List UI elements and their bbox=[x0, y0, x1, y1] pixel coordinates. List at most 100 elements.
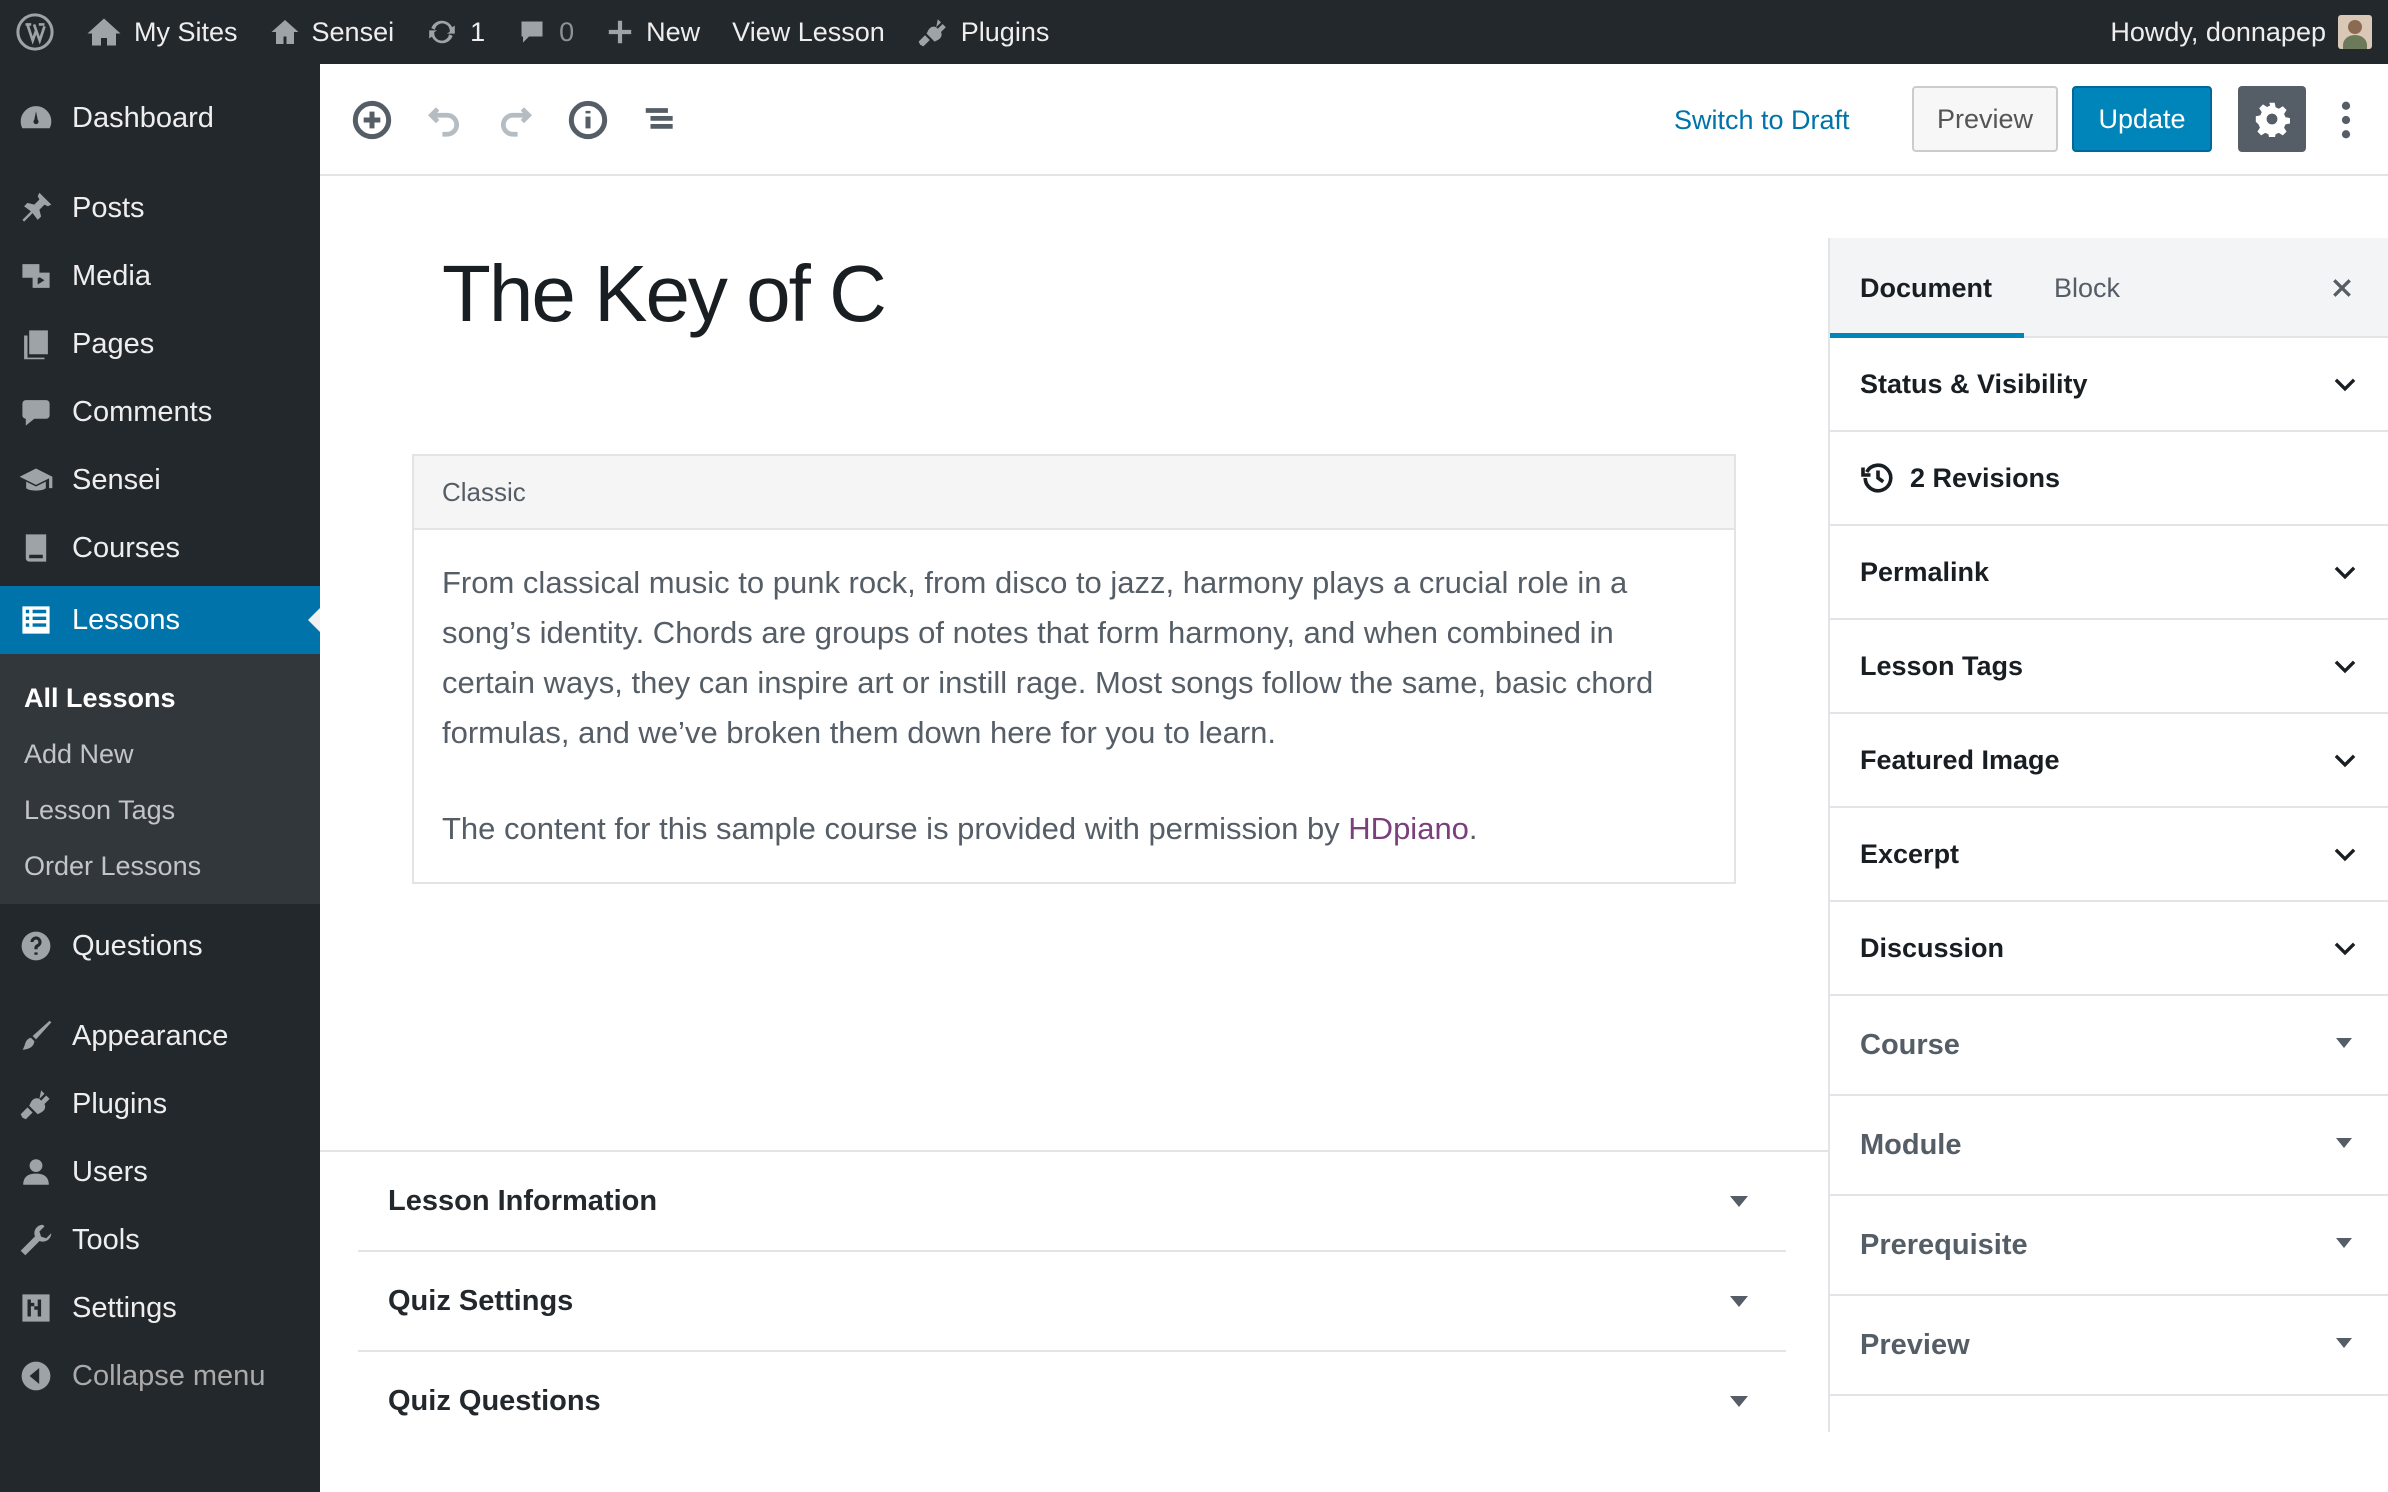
pages-icon bbox=[24, 330, 48, 360]
sidebar-item-plugins[interactable]: Plugins bbox=[0, 1070, 320, 1138]
switch-to-draft-button[interactable]: Switch to Draft bbox=[1674, 92, 1850, 148]
updates-count: 1 bbox=[470, 16, 486, 47]
media-icon bbox=[22, 264, 50, 288]
pin-icon bbox=[22, 192, 52, 222]
admin-bar: My Sites Sensei 1 0 New View Lesson Plug… bbox=[0, 0, 2388, 64]
metabox-quiz-questions[interactable]: Quiz Questions bbox=[358, 1352, 1786, 1432]
account-menu[interactable]: Howdy, donnapep bbox=[2094, 0, 2388, 64]
undo-icon bbox=[427, 107, 460, 137]
settings-icon bbox=[22, 1294, 50, 1322]
add-block-button[interactable] bbox=[350, 98, 394, 142]
panel-module[interactable]: Module bbox=[1830, 1096, 2388, 1196]
undo-button[interactable] bbox=[422, 98, 466, 142]
sidebar-item-posts[interactable]: Posts bbox=[0, 174, 320, 242]
sidebar-item-label: Dashboard bbox=[72, 101, 214, 134]
sidebar-item-label: Collapse menu bbox=[72, 1359, 266, 1392]
classic-block-content[interactable]: From classical music to punk rock, from … bbox=[414, 530, 1734, 882]
sidebar-item-pages[interactable]: Pages bbox=[0, 310, 320, 378]
sidebar-item-tools[interactable]: Tools bbox=[0, 1206, 320, 1274]
more-menu-button[interactable] bbox=[2326, 92, 2366, 148]
panel-featured-image[interactable]: Featured Image bbox=[1830, 714, 2388, 808]
graduation-cap-icon bbox=[19, 468, 53, 491]
collapse-menu-button[interactable]: Collapse menu bbox=[0, 1342, 320, 1410]
hdpiano-link[interactable]: HDpiano bbox=[1348, 811, 1469, 846]
metabox-quiz-settings[interactable]: Quiz Settings bbox=[358, 1252, 1786, 1352]
panel-course[interactable]: Course bbox=[1830, 996, 2388, 1096]
plus-icon bbox=[608, 20, 632, 44]
sidebar-item-lessons[interactable]: Lessons bbox=[0, 586, 320, 654]
tab-document[interactable]: Document bbox=[1860, 238, 1992, 338]
classic-block[interactable]: Classic From classical music to punk roc… bbox=[412, 454, 1736, 884]
panel-title: Status & Visibility bbox=[1860, 368, 2088, 399]
sidebar-item-courses[interactable]: Courses bbox=[0, 514, 320, 582]
submenu-add-new[interactable]: Add New bbox=[0, 726, 320, 782]
new-label: New bbox=[646, 16, 701, 47]
post-title[interactable]: The Key of C bbox=[442, 248, 887, 340]
sidebar-item-label: Posts bbox=[72, 191, 145, 224]
my-sites-menu[interactable]: My Sites bbox=[70, 0, 254, 64]
block-navigation-button[interactable] bbox=[638, 98, 682, 142]
paragraph-text: The content for this sample course is pr… bbox=[442, 811, 1349, 846]
submenu-lesson-tags[interactable]: Lesson Tags bbox=[0, 782, 320, 838]
editor-header-toolbar: Switch to Draft Preview Update bbox=[320, 64, 2388, 176]
site-name-menu[interactable]: Sensei bbox=[254, 0, 411, 64]
chevron-down-icon bbox=[2334, 848, 2356, 862]
ellipsis-vertical-icon bbox=[2341, 101, 2351, 139]
comments-menu[interactable]: 0 bbox=[501, 0, 590, 64]
panel-title: Prerequisite bbox=[1860, 1228, 2028, 1261]
sidebar-item-label: Settings bbox=[72, 1291, 177, 1324]
comment-icon bbox=[521, 21, 543, 43]
content-info-button[interactable] bbox=[566, 98, 610, 142]
panel-status-visibility[interactable]: Status & Visibility bbox=[1830, 338, 2388, 432]
updates-menu[interactable]: 1 bbox=[410, 0, 501, 64]
update-button[interactable]: Update bbox=[2072, 86, 2212, 152]
metabox-title: Quiz Questions bbox=[388, 1384, 601, 1417]
home-icon bbox=[271, 20, 299, 44]
sidebar-item-label: Courses bbox=[72, 531, 180, 564]
sidebar-item-media[interactable]: Media bbox=[0, 242, 320, 310]
panel-discussion[interactable]: Discussion bbox=[1830, 902, 2388, 996]
sidebar-item-label: Sensei bbox=[72, 463, 161, 496]
settings-toggle-button[interactable] bbox=[2238, 86, 2306, 152]
panel-preview[interactable]: Preview bbox=[1830, 1296, 2388, 1396]
sidebar-item-users[interactable]: Users bbox=[0, 1138, 320, 1206]
panel-excerpt[interactable]: Excerpt bbox=[1830, 808, 2388, 902]
sidebar-item-label: Lessons bbox=[72, 603, 181, 636]
view-lesson-link[interactable]: View Lesson bbox=[716, 0, 901, 64]
paragraph: From classical music to punk rock, from … bbox=[442, 565, 1654, 750]
triangle-down-icon bbox=[2336, 1038, 2352, 1056]
outline-list-icon bbox=[645, 108, 673, 129]
submenu-all-lessons[interactable]: All Lessons bbox=[0, 670, 320, 726]
sidebar-item-sensei[interactable]: Sensei bbox=[0, 446, 320, 514]
sidebar-item-comments[interactable]: Comments bbox=[0, 378, 320, 446]
plugins-label: Plugins bbox=[960, 16, 1050, 47]
sidebar-item-questions[interactable]: Questions bbox=[0, 912, 320, 980]
wordpress-logo-icon[interactable] bbox=[0, 0, 70, 64]
panel-permalink[interactable]: Permalink bbox=[1830, 526, 2388, 620]
sidebar-item-label: Users bbox=[72, 1155, 148, 1188]
preview-button[interactable]: Preview bbox=[1912, 86, 2058, 152]
new-content-menu[interactable]: New bbox=[590, 0, 716, 64]
settings-sidebar: Document Block Status & Visibility 2 Rev… bbox=[1828, 238, 2388, 1432]
redo-icon bbox=[500, 107, 533, 137]
panel-title: Permalink bbox=[1860, 556, 1990, 587]
paragraph-text: . bbox=[1468, 811, 1478, 846]
sidebar-item-appearance[interactable]: Appearance bbox=[0, 1002, 320, 1070]
submenu-order-lessons[interactable]: Order Lessons bbox=[0, 838, 320, 894]
question-icon bbox=[21, 931, 51, 961]
tab-block[interactable]: Block bbox=[2054, 238, 2120, 338]
sidebar-item-dashboard[interactable]: Dashboard bbox=[0, 84, 320, 152]
panel-lesson-tags[interactable]: Lesson Tags bbox=[1830, 620, 2388, 714]
plugins-menu[interactable]: Plugins bbox=[901, 0, 1066, 64]
chevron-down-icon bbox=[2334, 378, 2356, 392]
panel-title: Excerpt bbox=[1860, 838, 1960, 869]
metabox-lesson-information[interactable]: Lesson Information bbox=[358, 1152, 1786, 1252]
info-icon bbox=[568, 100, 608, 140]
panel-revisions[interactable]: 2 Revisions bbox=[1830, 432, 2388, 526]
close-sidebar-button[interactable] bbox=[2322, 268, 2362, 308]
sidebar-item-settings[interactable]: Settings bbox=[0, 1274, 320, 1342]
redo-button[interactable] bbox=[494, 98, 538, 142]
panel-prerequisite[interactable]: Prerequisite bbox=[1830, 1196, 2388, 1296]
meta-boxes-area: Lesson Information Quiz Settings Quiz Qu… bbox=[320, 1150, 1828, 1432]
brush-icon bbox=[22, 1020, 52, 1050]
